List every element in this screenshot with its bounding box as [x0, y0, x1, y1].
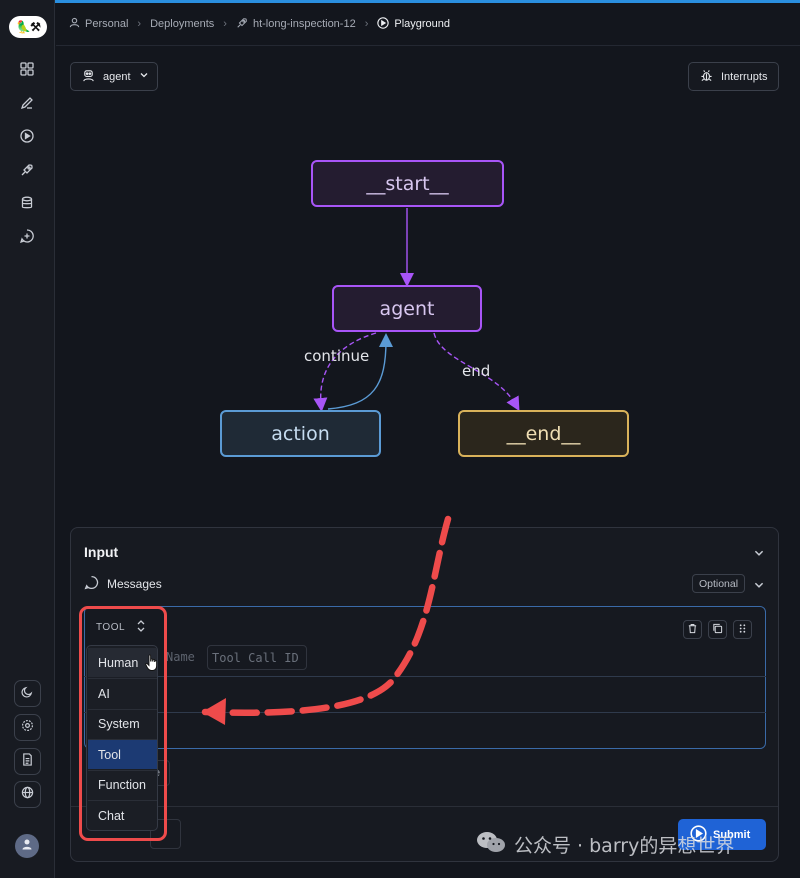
top-accent-line [55, 0, 800, 3]
docs-button[interactable] [14, 748, 41, 775]
node-start-label: __start__ [366, 172, 449, 195]
interrupts-button[interactable]: Interrupts [688, 62, 779, 91]
edge-agent-action-continue [313, 332, 377, 412]
bug-icon [700, 69, 713, 85]
chat-bubble-icon [84, 575, 99, 593]
breadcrumb-label: Playground [394, 18, 451, 30]
app-logo[interactable]: 🦜⚒ [9, 16, 47, 38]
play-circle-icon[interactable] [17, 126, 37, 146]
interrupts-label: Interrupts [721, 70, 768, 83]
theme-toggle-button[interactable] [14, 680, 41, 707]
trash-icon [687, 621, 698, 639]
edge-label-end: end [462, 362, 491, 380]
node-agent[interactable]: agent [332, 285, 482, 332]
node-action-label: action [271, 422, 330, 445]
chevron-right-icon: › [137, 18, 142, 30]
node-end-label: __end__ [506, 422, 581, 445]
chevron-down-icon[interactable] [753, 578, 765, 590]
document-icon [21, 752, 34, 771]
graph-select[interactable]: agent [70, 62, 158, 91]
globe-icon [21, 786, 34, 804]
moon-icon [21, 685, 34, 703]
robot-icon [82, 69, 95, 85]
play-circle-icon [377, 16, 390, 32]
language-button[interactable] [14, 781, 41, 808]
grip-icon [737, 621, 748, 639]
chevron-right-icon: › [223, 18, 227, 30]
node-agent-label: agent [379, 297, 435, 320]
breadcrumb-deployments[interactable]: Deployments [150, 18, 214, 30]
breadcrumb-label: ht-long-inspection-12 [252, 18, 356, 30]
input-panel-title: Input [84, 544, 119, 560]
divider [71, 806, 778, 807]
breadcrumb: Personal › Deployments › ht-long-inspect… [69, 15, 450, 33]
chevron-down-icon[interactable] [753, 546, 765, 558]
breadcrumb-label: Personal [85, 18, 129, 30]
chevron-down-icon [139, 70, 149, 83]
graph-canvas: continue end __start__ agent action __en… [56, 100, 800, 520]
drag-handle[interactable] [733, 620, 752, 639]
chat-plus-icon[interactable] [17, 226, 37, 246]
pen-icon[interactable] [17, 93, 37, 113]
node-end[interactable]: __end__ [458, 410, 629, 457]
avatar[interactable] [15, 834, 39, 858]
chevron-right-icon: › [364, 18, 369, 30]
edge-label-continue: continue [304, 347, 370, 365]
settings-button[interactable] [14, 714, 41, 741]
rocket-icon[interactable] [17, 160, 37, 180]
messages-label: Messages [107, 577, 162, 591]
breadcrumb-label: Deployments [150, 18, 215, 30]
breadcrumb-deployment[interactable]: ht-long-inspection-12 [236, 17, 356, 32]
breadcrumb-playground[interactable]: Playground [377, 16, 451, 32]
optional-badge: Optional [692, 574, 745, 593]
delete-message-button[interactable] [683, 620, 702, 639]
database-icon[interactable] [17, 193, 37, 213]
messages-field-header: Messages [84, 575, 162, 593]
watermark: 公众号 · barry的异想世界 [476, 830, 734, 859]
annotation-highlight-box [79, 606, 167, 841]
rocket-icon [236, 17, 248, 32]
graph-select-value: agent [103, 70, 131, 83]
wechat-icon [476, 830, 506, 859]
header-divider [56, 45, 800, 46]
node-start[interactable]: __start__ [311, 160, 504, 207]
breadcrumb-personal[interactable]: Personal [69, 17, 128, 31]
copy-icon [712, 621, 723, 639]
sidebar: 🦜⚒ [0, 0, 55, 878]
node-action[interactable]: action [220, 410, 381, 457]
watermark-text: 公众号 · barry的异想世界 [514, 835, 735, 857]
annotation-arrow [201, 515, 452, 725]
grid-icon[interactable] [17, 59, 37, 79]
user-icon [69, 17, 80, 31]
duplicate-message-button[interactable] [708, 620, 727, 639]
user-icon [21, 837, 33, 855]
gear-icon [21, 719, 34, 737]
